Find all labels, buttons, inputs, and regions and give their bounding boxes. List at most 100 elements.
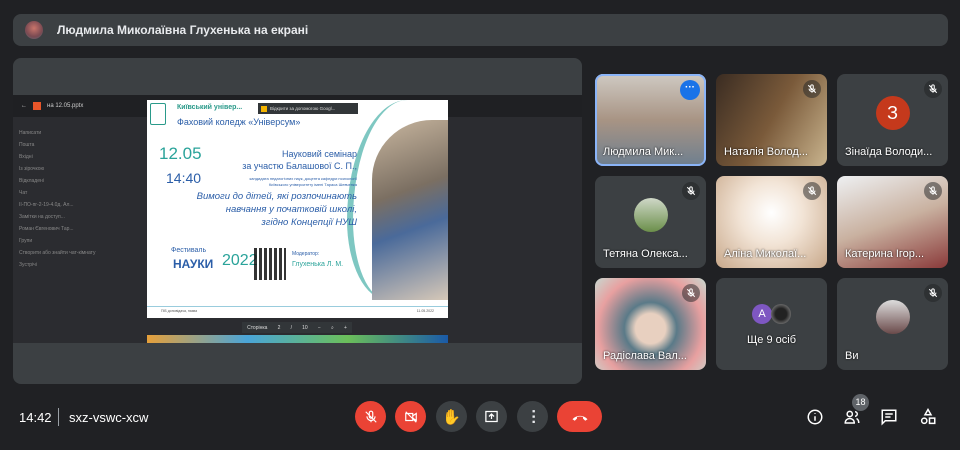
page-number: 2 (277, 324, 281, 331)
participant-name: Ще 9 осіб (746, 334, 797, 346)
bottom-bar: 14:42 sxz-vswc-xcw ✋ ··· 18 (0, 394, 960, 440)
shared-screen: ← на 12.05.pptx Написати Пошта Вхідні Із зір… (13, 95, 582, 343)
participant-tile[interactable]: Радіслава Вал... (595, 278, 706, 370)
college-name: Фаховий коледж «Універсум» (177, 117, 301, 127)
meeting-details-button[interactable] (803, 405, 827, 429)
more-options-button[interactable]: ··· (517, 401, 548, 432)
presentation-slide: Київський універ... Фаховий коледж «Унів… (147, 100, 448, 318)
muted-icon (682, 182, 700, 200)
divider (58, 408, 59, 426)
muted-icon (924, 284, 942, 302)
chat-icon (881, 409, 897, 426)
sidebar-item: Чат (19, 190, 28, 196)
muted-icon (803, 182, 821, 200)
other-avatar-initial: A (752, 304, 772, 324)
participant-tile[interactable]: Катерина Ігор... (837, 176, 948, 268)
activities-icon (920, 408, 936, 425)
participant-tile[interactable]: З Зінаїда Володи... (837, 74, 948, 166)
participant-tile[interactable]: Тетяна Олекса... (595, 176, 706, 268)
sidebar-item: Створити або знайти чат-кімнату (19, 250, 96, 256)
topic-line: навчання у початковій школі, (225, 204, 357, 215)
participants-count-badge: 18 (852, 394, 869, 411)
sidebar-item: Пошта (19, 142, 35, 148)
open-with-button: Відкрити за допомогою Googl... (258, 103, 358, 114)
mic-off-icon (364, 410, 377, 423)
festival-label: Фестиваль (171, 247, 207, 254)
presenter-avatar (25, 21, 43, 39)
participant-name: Катерина Ігор... (845, 248, 925, 260)
participant-name: Тетяна Олекса... (603, 248, 688, 260)
page-sep: / (290, 324, 292, 331)
zoom-icon: ⌕ (330, 324, 334, 331)
participant-tile[interactable]: Аліна Миколаї... (716, 176, 827, 268)
zoom-out-icon: − (317, 324, 321, 331)
sidebar-item: Роман Євгенович Тар... (19, 226, 74, 232)
camera-off-button[interactable] (395, 401, 426, 432)
file-name: на 12.05.pptx (47, 103, 84, 109)
participant-tile[interactable]: Ви (837, 278, 948, 370)
page-total: 10 (302, 324, 308, 331)
participant-tile[interactable]: Наталія Волод... (716, 74, 827, 166)
presenting-text: Людмила Миколаївна Глухенька на екрані (57, 23, 309, 37)
pptx-icon (33, 102, 41, 110)
sidebar-item: Написати (19, 130, 42, 136)
muted-icon (924, 182, 942, 200)
zoom-in-icon: + (343, 324, 347, 331)
present-icon (485, 410, 498, 423)
info-icon (807, 409, 823, 425)
slides-icon (261, 105, 267, 112)
participant-initial: З (875, 96, 910, 130)
slide-photo (372, 120, 448, 300)
back-icon: ← (21, 103, 27, 109)
participant-avatar (633, 198, 668, 232)
university-logo (150, 103, 166, 125)
seminar-line: Науковий семінар (282, 149, 357, 159)
shared-screen-stage[interactable]: ← на 12.05.pptx Написати Пошта Вхідні Із зір… (13, 58, 582, 384)
camera-off-icon (404, 410, 417, 423)
chat-button[interactable] (877, 405, 901, 429)
more-vert-icon: ··· (524, 408, 542, 425)
topic-line: Вимоги до дітей, які розпочинають (196, 191, 357, 202)
raise-hand-button[interactable]: ✋ (436, 401, 467, 432)
festival-year: 2022 (222, 252, 258, 269)
sidebar-item: Відкладені (19, 178, 44, 184)
present-button[interactable] (476, 401, 507, 432)
guest-info: кандидата педагогічних наук, доцента каф… (187, 176, 357, 188)
qr-code (254, 248, 286, 280)
sidebar-item: Зустрічі (19, 262, 37, 268)
college-logo (168, 103, 176, 125)
slide-footer: ПІБ доповідача, назва 11.05.2022 (147, 306, 448, 315)
more-options-icon[interactable]: ··· (680, 80, 700, 100)
sidebar-item: ІІ-ПО-пг-2-19-4.0д. Ал... (19, 202, 74, 208)
participant-name: Ви (845, 350, 859, 362)
page-toolbar: Сторінка 2 / 10 − ⌕ + (242, 322, 352, 333)
footer-left: ПІБ доповідача, назва (161, 309, 198, 313)
other-avatar (771, 304, 791, 324)
participant-name: Людмила Мик... (603, 146, 684, 158)
participant-tile[interactable]: A Ще 9 осіб (716, 278, 827, 370)
participant-name: Наталія Волод... (724, 146, 808, 158)
meeting-code: sxz-vswc-xcw (69, 410, 149, 425)
open-with-label: Відкрити за допомогою Googl... (270, 106, 336, 111)
festival-nauky: НАУКИ (173, 257, 214, 271)
sidebar-item: Замітки на доступ... (19, 214, 65, 220)
leave-call-button[interactable] (557, 401, 602, 432)
muted-icon (803, 80, 821, 98)
seminar-title: Науковий семінар за участю Балашової С. П… (187, 148, 357, 172)
mic-off-button[interactable] (355, 401, 386, 432)
participant-name: Радіслава Вал... (603, 350, 687, 362)
participant-tile[interactable]: ··· Людмила Мик... (595, 74, 706, 166)
activities-button[interactable] (916, 405, 940, 429)
hand-icon: ✋ (442, 408, 461, 426)
seminar-topic: Вимоги до дітей, які розпочинають навчанн… (147, 190, 357, 229)
clock: 14:42 (19, 410, 52, 425)
participant-name: Аліна Миколаї... (724, 248, 807, 260)
topic-line: згідно Концепції НУШ (261, 217, 357, 228)
muted-icon (924, 80, 942, 98)
participant-name: Зінаїда Володи... (845, 146, 933, 158)
presenting-banner: Людмила Миколаївна Глухенька на екрані (13, 14, 948, 46)
moderator-label: Модератор: (292, 251, 320, 257)
sidebar-item: Із зірочкою (19, 166, 45, 172)
hang-up-icon (572, 415, 587, 421)
gmail-sidebar: Написати Пошта Вхідні Із зірочкою Відкладені… (13, 117, 143, 343)
